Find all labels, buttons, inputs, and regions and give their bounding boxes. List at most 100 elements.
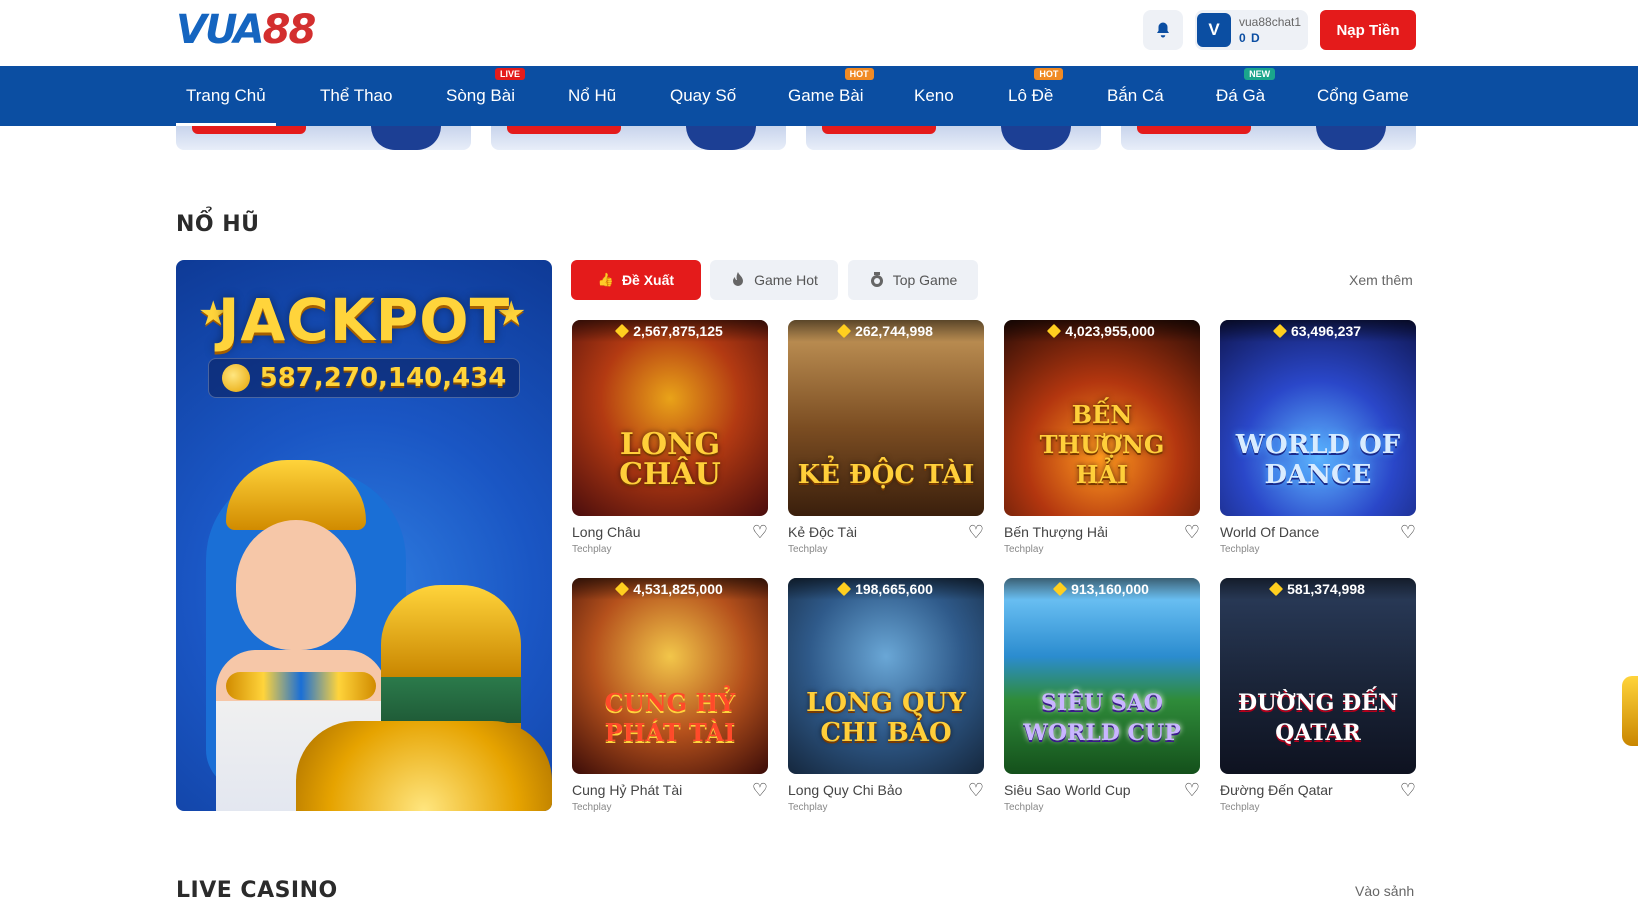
promo-image xyxy=(686,126,756,150)
tab-game-hot[interactable]: Game Hot xyxy=(710,260,838,300)
game-thumbnail[interactable]: 262,744,998 KẺ ĐỘC TÀI xyxy=(788,320,984,516)
notification-button[interactable] xyxy=(1143,10,1183,50)
nav-item-lottery[interactable]: Quay Số xyxy=(670,66,736,126)
nav-label: Cổng Game xyxy=(1317,86,1409,105)
character-necklace xyxy=(226,672,376,700)
heart-icon[interactable]: ♡ xyxy=(968,523,984,541)
jackpot-title: JACKPOT xyxy=(217,286,511,354)
game-card[interactable]: 198,665,600 LONG QUY CHI BẢO Long Quy Ch… xyxy=(788,578,984,813)
see-more-link[interactable]: Xem thêm xyxy=(1349,272,1413,288)
logo-text: VUA xyxy=(176,7,265,53)
promo-banner[interactable] xyxy=(806,126,1101,150)
promo-button[interactable] xyxy=(1137,126,1251,134)
promo-button[interactable] xyxy=(192,126,306,134)
heart-icon[interactable]: ♡ xyxy=(1400,523,1416,541)
jackpot-value: 581,374,998 xyxy=(1287,581,1365,597)
promo-button[interactable] xyxy=(507,126,621,134)
jackpot-artwork xyxy=(176,410,552,811)
game-thumbnail[interactable]: 913,160,000 SIÊU SAO WORLD CUP xyxy=(1004,578,1200,774)
heart-icon[interactable]: ♡ xyxy=(752,781,768,799)
live-badge: LIVE xyxy=(494,68,525,80)
game-card[interactable]: 4,531,825,000 CUNG HỶ PHÁT TÀI Cung Hỷ P… xyxy=(572,578,768,813)
nav-item-game-portal[interactable]: Cổng Game xyxy=(1317,66,1409,126)
nav-item-casino[interactable]: Sòng Bài LIVE xyxy=(446,66,525,126)
game-meta: Long Châu Techplay ♡ xyxy=(572,523,768,555)
promo-banner[interactable] xyxy=(1121,126,1416,150)
nav-item-sports[interactable]: Thể Thao xyxy=(320,66,392,126)
nav-item-card-games[interactable]: Game Bài HOT xyxy=(788,66,874,126)
game-card[interactable]: 2,567,875,125 LONG CHÂU Long Châu Techpla… xyxy=(572,320,768,555)
game-meta: Siêu Sao World Cup Techplay ♡ xyxy=(1004,781,1200,813)
game-card[interactable]: 581,374,998 ĐƯỜNG ĐẾN QATAR Đường Đến Qa… xyxy=(1220,578,1416,813)
nav-item-cockfight[interactable]: Đá Gà NEW xyxy=(1216,66,1276,126)
jackpot-value: 262,744,998 xyxy=(855,323,933,339)
game-card[interactable]: 63,496,237 WORLD OF DANCE World Of Dance… xyxy=(1220,320,1416,555)
heart-icon[interactable]: ♡ xyxy=(1184,781,1200,799)
tab-label: Game Hot xyxy=(754,272,818,288)
user-account[interactable]: V vua88chat1 0 D xyxy=(1195,10,1308,50)
jackpot-badge: 581,374,998 xyxy=(1220,578,1416,600)
heart-icon[interactable]: ♡ xyxy=(1400,781,1416,799)
diamond-icon xyxy=(836,581,852,597)
main-nav: Trang Chủ Thể Thao Sòng Bài LIVE Nổ Hũ Qu… xyxy=(0,66,1638,126)
gold-pile xyxy=(296,721,552,811)
tab-label: Đề Xuất xyxy=(621,272,675,288)
hot-badge: HOT xyxy=(844,68,874,80)
jackpot-badge: 4,531,825,000 xyxy=(572,578,768,600)
game-provider: Techplay xyxy=(572,544,612,555)
medal-icon xyxy=(869,272,885,288)
floating-promo-widget[interactable] xyxy=(1622,676,1638,746)
promo-banner[interactable] xyxy=(176,126,471,150)
nav-label: Sòng Bài xyxy=(446,86,515,105)
heart-icon[interactable]: ♡ xyxy=(1184,523,1200,541)
deposit-button[interactable]: Nạp Tiền xyxy=(1320,10,1416,50)
thumbs-up-icon: 👍 xyxy=(597,272,615,287)
game-provider: Techplay xyxy=(1004,802,1044,813)
nav-item-home[interactable]: Trang Chủ xyxy=(176,66,276,126)
game-card[interactable]: 913,160,000 SIÊU SAO WORLD CUP Siêu Sao … xyxy=(1004,578,1200,813)
site-logo[interactable]: VUA 88 xyxy=(176,7,316,53)
heart-icon[interactable]: ♡ xyxy=(752,523,768,541)
game-thumbnail[interactable]: 4,531,825,000 CUNG HỶ PHÁT TÀI xyxy=(572,578,768,774)
nav-label: Thể Thao xyxy=(320,86,393,105)
nav-label: Nổ Hũ xyxy=(568,86,617,105)
nav-label: Game Bài xyxy=(788,86,864,105)
game-card[interactable]: 262,744,998 KẺ ĐỘC TÀI Kẻ Độc Tài Techpla… xyxy=(788,320,984,555)
game-thumbnail[interactable]: 63,496,237 WORLD OF DANCE xyxy=(1220,320,1416,516)
jackpot-badge: 262,744,998 xyxy=(788,320,984,342)
game-provider: Techplay xyxy=(788,544,828,555)
jackpot-amount-box: 587,270,140,434 xyxy=(208,358,520,398)
tab-recommended[interactable]: 👍 Đề Xuất xyxy=(571,260,701,300)
nav-item-lo-de[interactable]: Lô Đề HOT xyxy=(1008,66,1064,126)
game-meta: Cung Hỷ Phát Tài Techplay ♡ xyxy=(572,781,768,813)
game-meta: Long Quy Chi Bảo Techplay ♡ xyxy=(788,781,984,813)
game-provider: Techplay xyxy=(788,802,828,813)
nav-item-keno[interactable]: Keno xyxy=(914,66,954,126)
game-meta: Kẻ Độc Tài Techplay ♡ xyxy=(788,523,984,555)
game-thumbnail[interactable]: 581,374,998 ĐƯỜNG ĐẾN QATAR xyxy=(1220,578,1416,774)
nav-label: Lô Đề xyxy=(1008,86,1054,105)
game-card[interactable]: 4,023,955,000 BẾN THƯỢNG HẢI Bến Thượng … xyxy=(1004,320,1200,555)
game-thumbnail[interactable]: 2,567,875,125 LONG CHÂU xyxy=(572,320,768,516)
game-name: Kẻ Độc Tài xyxy=(788,524,857,540)
nav-item-slots[interactable]: Nổ Hũ xyxy=(568,66,616,126)
jackpot-banner[interactable]: ★ ★ JACKPOT 587,270,140,434 xyxy=(176,260,552,811)
jackpot-badge: 4,023,955,000 xyxy=(1004,320,1200,342)
heart-icon[interactable]: ♡ xyxy=(968,781,984,799)
game-thumbnail[interactable]: 4,023,955,000 BẾN THƯỢNG HẢI xyxy=(1004,320,1200,516)
promo-banner[interactable] xyxy=(491,126,786,150)
enter-lobby-link[interactable]: Vào sảnh xyxy=(1355,883,1414,899)
promo-button[interactable] xyxy=(822,126,936,134)
game-name: Đường Đến Qatar xyxy=(1220,782,1333,798)
promo-image xyxy=(1001,126,1071,150)
nav-label: Đá Gà xyxy=(1216,86,1266,105)
game-name: Siêu Sao World Cup xyxy=(1004,782,1131,798)
jackpot-badge: 913,160,000 xyxy=(1004,578,1200,600)
coin-icon xyxy=(221,364,250,392)
game-art-title: LONG CHÂU xyxy=(619,427,721,492)
game-provider: Techplay xyxy=(1004,544,1044,555)
tab-top-game[interactable]: Top Game xyxy=(848,260,978,300)
nav-item-fishing[interactable]: Bắn Cá xyxy=(1107,66,1164,126)
game-thumbnail[interactable]: 198,665,600 LONG QUY CHI BẢO xyxy=(788,578,984,774)
section-title-slots: NỔ HŨ xyxy=(176,212,260,237)
